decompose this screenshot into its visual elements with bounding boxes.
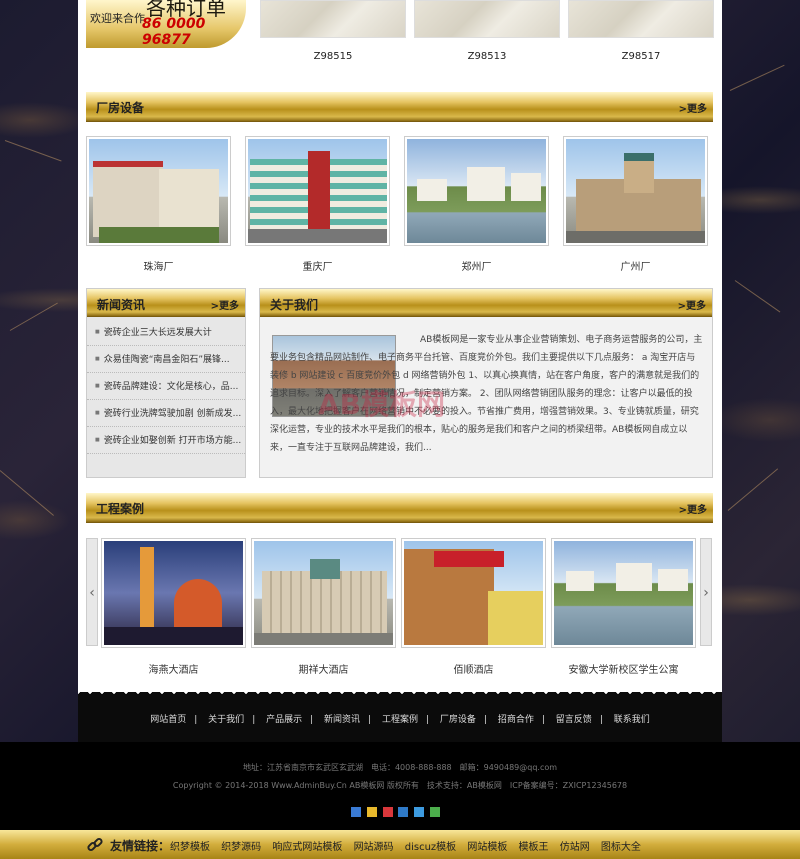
footer-nav-partners[interactable]: 招商合作 xyxy=(498,715,534,725)
news-item[interactable]: 瓷砖企业三大长远发展大计 xyxy=(87,319,245,346)
footer-nav-factory[interactable]: 厂房设备 xyxy=(440,715,476,725)
case-photo[interactable] xyxy=(401,538,546,648)
promo-subtitle: 欢迎来合作 xyxy=(90,12,145,25)
factory-section-header: 厂房设备 >更多 xyxy=(86,92,713,122)
factory-photo[interactable] xyxy=(563,136,708,246)
news-more-link[interactable]: >更多 xyxy=(211,297,239,312)
footer-copyright: Copyright © 2014-2018 Www.AdminBuy.Cn AB… xyxy=(172,781,628,790)
factory-photo[interactable] xyxy=(86,136,231,246)
footer-nav-contact[interactable]: 联系我们 xyxy=(614,715,650,725)
carousel-prev-button[interactable]: ‹ xyxy=(86,538,98,646)
carousel-next-button[interactable]: › xyxy=(700,538,712,646)
friend-link[interactable]: 响应式网站模板 xyxy=(272,842,342,853)
promo-banner: 各种订单 欢迎来合作 86 0000 96877 xyxy=(86,0,246,48)
news-item[interactable]: 瓷砖行业洗牌驾驶加剧 创新成发... xyxy=(87,400,245,427)
watermark-logo: AB模板网 xyxy=(318,388,446,421)
stone-sample-code[interactable]: Z98517 xyxy=(568,51,714,62)
case-caption[interactable]: 期祥大酒店 xyxy=(251,661,396,676)
case-caption[interactable]: 海燕大酒店 xyxy=(101,661,246,676)
factory-caption[interactable]: 珠海厂 xyxy=(86,258,231,273)
qzone-icon[interactable] xyxy=(351,807,361,817)
friend-link[interactable]: discuz模板 xyxy=(405,842,456,853)
wechat-icon[interactable] xyxy=(430,807,441,817)
friend-links-label: 友情链接： xyxy=(110,839,171,853)
renren-icon[interactable] xyxy=(398,807,409,817)
about-section-title: 关于我们 xyxy=(270,298,319,312)
weibo-icon[interactable] xyxy=(366,807,377,817)
nav-separator: | xyxy=(310,715,314,725)
friend-link[interactable]: 图标大全 xyxy=(601,842,641,853)
friend-link[interactable]: 织梦源码 xyxy=(221,842,261,853)
friend-link[interactable]: 网站模板 xyxy=(467,842,507,853)
footer-nav-feedback[interactable]: 留言反馈 xyxy=(556,715,592,725)
stone-sample-code[interactable]: Z98515 xyxy=(260,51,406,62)
news-panel: 新闻资讯 >更多 瓷砖企业三大长远发展大计 众易佳陶瓷“南昌金阳石”展锋... … xyxy=(86,288,246,478)
news-item[interactable]: 瓷砖品牌建设：文化是核心，品... xyxy=(87,373,245,400)
nav-separator: | xyxy=(483,715,487,725)
marble-vein xyxy=(734,280,781,313)
marble-vein xyxy=(729,64,785,91)
case-photo[interactable] xyxy=(101,538,246,648)
news-list: 瓷砖企业三大长远发展大计 众易佳陶瓷“南昌金阳石”展锋... 瓷砖品牌建设：文化… xyxy=(87,319,245,454)
factory-photo[interactable] xyxy=(245,136,390,246)
main-content: 各种订单 欢迎来合作 86 0000 96877 Z98515 Z98513 Z… xyxy=(78,0,722,692)
friend-links-list: 织梦模板 织梦源码 响应式网站模板 网站源码 discuz模板 网站模板 模板王… xyxy=(170,838,649,853)
factory-caption[interactable]: 郑州厂 xyxy=(404,258,549,273)
factory-caption[interactable]: 广州厂 xyxy=(563,258,708,273)
nav-separator: | xyxy=(252,715,256,725)
cases-section-header: 工程案例 >更多 xyxy=(86,493,713,523)
footer-nav-about[interactable]: 关于我们 xyxy=(208,715,244,725)
case-photo[interactable] xyxy=(251,538,396,648)
case-caption[interactable]: 佰顺酒店 xyxy=(401,661,546,676)
news-section-header: 新闻资讯 >更多 xyxy=(87,289,245,317)
cases-more-link[interactable]: >更多 xyxy=(679,501,707,516)
marble-vein xyxy=(4,140,62,162)
marble-vein xyxy=(0,470,54,516)
stone-sample-code[interactable]: Z98513 xyxy=(414,51,560,62)
marble-vein xyxy=(9,302,58,331)
friend-link[interactable]: 仿站网 xyxy=(560,842,590,853)
friend-link[interactable]: 织梦模板 xyxy=(170,842,210,853)
footer-nav-home[interactable]: 网站首页 xyxy=(150,715,186,725)
nav-separator: | xyxy=(368,715,372,725)
friend-links-bar: 友情链接： 织梦模板 织梦源码 响应式网站模板 网站源码 discuz模板 网站… xyxy=(0,830,800,859)
friend-link[interactable]: 模板王 xyxy=(519,842,549,853)
factory-photo[interactable] xyxy=(404,136,549,246)
news-item[interactable]: 瓷砖企业如娶创新 打开市场方能... xyxy=(87,427,245,454)
zigzag-divider xyxy=(78,686,722,698)
friend-link[interactable]: 网站源码 xyxy=(354,842,394,853)
about-more-link[interactable]: >更多 xyxy=(678,297,706,312)
stone-sample-image[interactable] xyxy=(568,0,714,38)
about-section-header: 关于我们 >更多 xyxy=(260,289,712,317)
kaixin-icon[interactable] xyxy=(414,807,425,817)
case-photo[interactable] xyxy=(551,538,696,648)
marble-vein xyxy=(727,468,779,511)
promo-phone: 86 0000 96877 xyxy=(142,16,206,48)
factory-caption[interactable]: 重庆厂 xyxy=(245,258,390,273)
footer-nav: 网站首页 | 关于我们 | 产品展示 | 新闻资讯 | 工程案例 | 厂房设备 | 招商合作… xyxy=(78,712,722,725)
link-icon xyxy=(87,837,103,852)
nav-separator: | xyxy=(599,715,603,725)
nav-separator: | xyxy=(426,715,430,725)
cases-section-title: 工程案例 xyxy=(96,502,145,516)
news-section-title: 新闻资讯 xyxy=(97,298,146,312)
share-toolbar xyxy=(351,806,442,820)
factory-section-title: 厂房设备 xyxy=(96,101,145,115)
nav-separator: | xyxy=(541,715,545,725)
nav-separator: | xyxy=(194,715,198,725)
footer-nav-products[interactable]: 产品展示 xyxy=(266,715,302,725)
news-item[interactable]: 众易佳陶瓷“南昌金阳石”展锋... xyxy=(87,346,245,373)
factory-more-link[interactable]: >更多 xyxy=(679,100,707,115)
footer-nav-news[interactable]: 新闻资讯 xyxy=(324,715,360,725)
stone-sample-image[interactable] xyxy=(414,0,560,38)
stone-sample-image[interactable] xyxy=(260,0,406,38)
case-caption[interactable]: 安徽大学新校区学生公寓 xyxy=(551,661,696,676)
footer-nav-cases[interactable]: 工程案例 xyxy=(382,715,418,725)
footer-address: 地址：江苏省南京市玄武区玄武湖 电话：4008-888-888 邮箱：94904… xyxy=(242,763,558,772)
tencent-weibo-icon[interactable] xyxy=(382,807,393,817)
